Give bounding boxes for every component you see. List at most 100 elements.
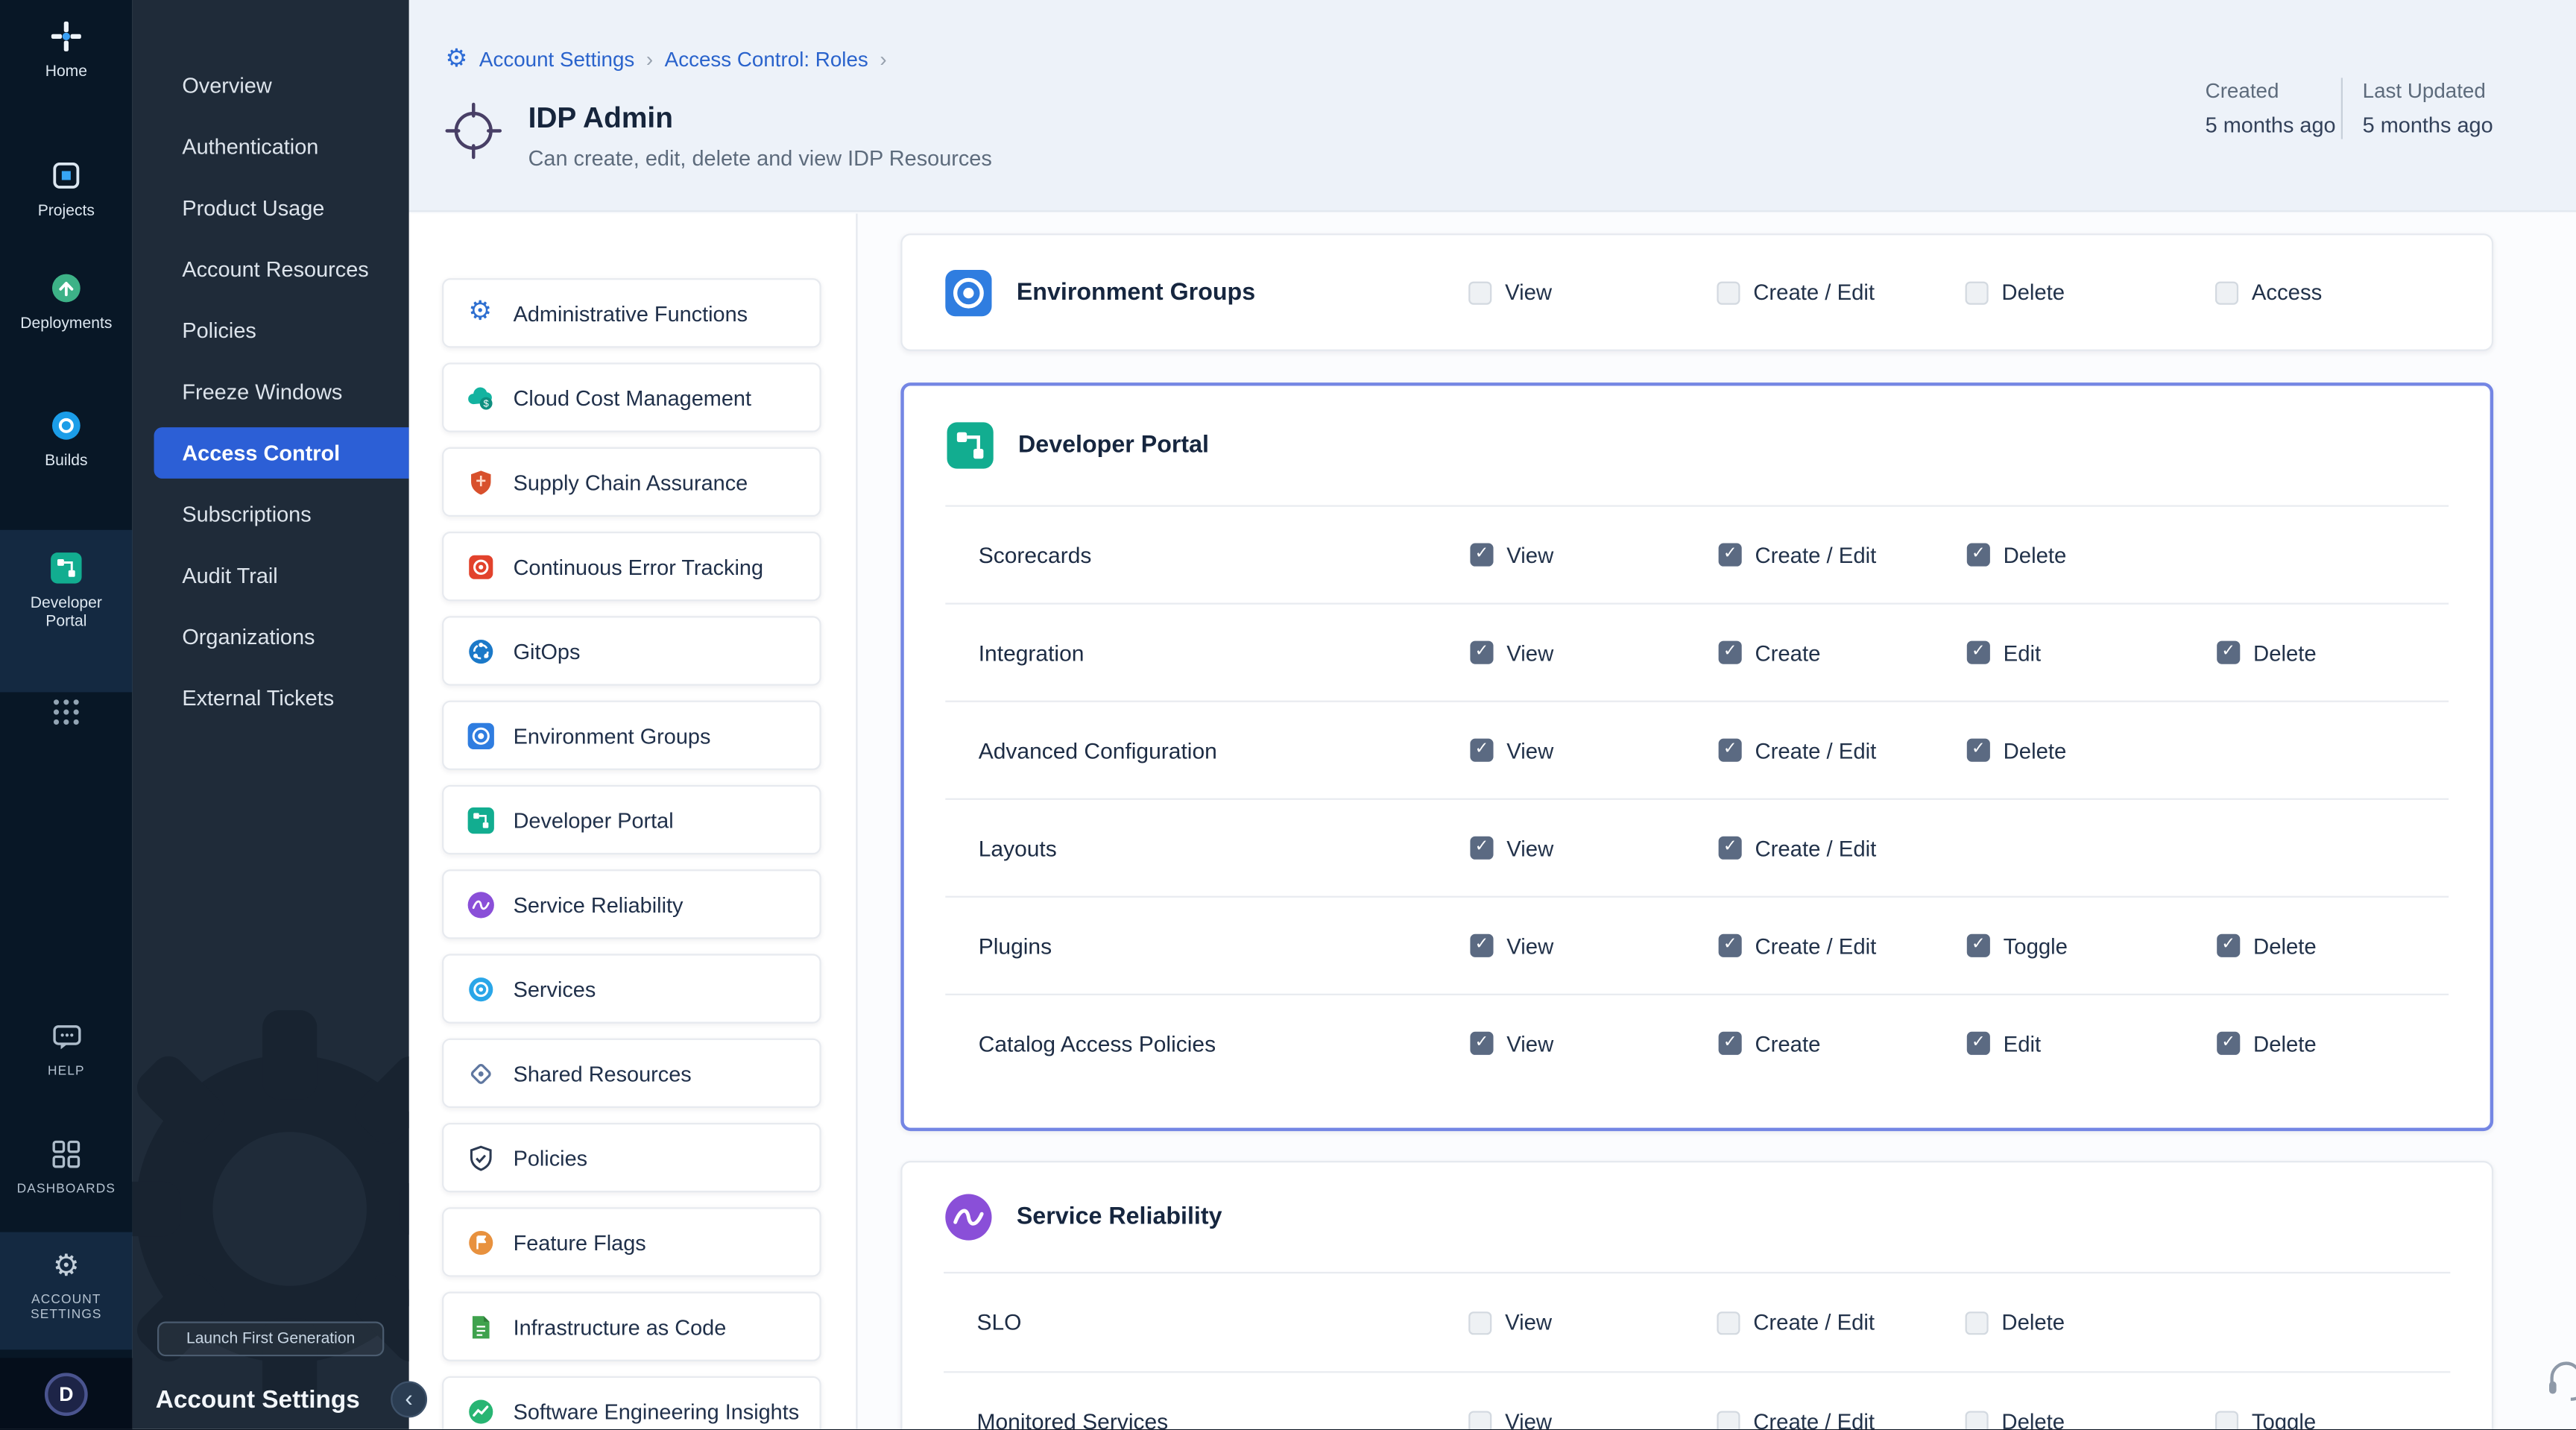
checkbox[interactable]	[1967, 934, 1990, 957]
checkbox[interactable]	[1719, 1032, 1742, 1055]
resource-item-developer-portal[interactable]: Developer Portal	[442, 785, 821, 854]
sidebar-item-overview[interactable]: Overview	[133, 54, 409, 116]
checkbox[interactable]	[1967, 739, 1990, 762]
checkbox[interactable]	[1470, 544, 1493, 567]
permission-delete[interactable]: Delete	[2217, 640, 2490, 664]
checkbox[interactable]	[1719, 934, 1742, 957]
checkbox[interactable]	[1470, 934, 1493, 957]
resource-item-software-engineering-insights[interactable]: Software Engineering Insights	[442, 1376, 821, 1430]
checkbox[interactable]	[1717, 280, 1740, 303]
resource-item-environment-groups[interactable]: Environment Groups	[442, 701, 821, 770]
permission-view[interactable]: View	[1470, 933, 1718, 958]
permission-create[interactable]: Create	[1719, 640, 1967, 664]
permission-view[interactable]: View	[1470, 640, 1718, 664]
sidebar-collapse-button[interactable]	[391, 1381, 427, 1417]
permission-create-edit[interactable]: Create / Edit	[1717, 280, 1965, 304]
sidebar-item-account-resources[interactable]: Account Resources	[133, 239, 409, 300]
checkbox[interactable]	[1719, 544, 1742, 567]
permission-toggle[interactable]: Toggle	[2215, 1409, 2492, 1430]
checkbox[interactable]	[1717, 1311, 1740, 1334]
permission-access[interactable]: Access	[2215, 280, 2492, 304]
permission-view[interactable]: View	[1468, 1409, 1717, 1430]
checkbox[interactable]	[1717, 1410, 1740, 1429]
checkbox[interactable]	[2217, 934, 2240, 957]
sidebar-item-organizations[interactable]: Organizations	[133, 606, 409, 667]
checkbox[interactable]	[1719, 739, 1742, 762]
checkbox[interactable]	[2215, 1410, 2238, 1429]
checkbox[interactable]	[1967, 641, 1990, 664]
rail-item-deployments[interactable]: Deployments	[0, 271, 133, 333]
breadcrumb-access-control-roles-link[interactable]: Access Control: Roles	[665, 47, 868, 70]
permission-create-edit[interactable]: Create / Edit	[1717, 1310, 1965, 1335]
checkbox[interactable]	[1967, 544, 1990, 567]
rail-item-builds[interactable]: Builds	[0, 409, 133, 471]
permission-delete[interactable]: Delete	[1966, 280, 2215, 304]
checkbox[interactable]	[2217, 641, 2240, 664]
sidebar-item-freeze-windows[interactable]: Freeze Windows	[133, 361, 409, 422]
rail-item-home[interactable]: Home	[0, 20, 133, 82]
checkbox[interactable]	[1470, 641, 1493, 664]
permission-create-edit[interactable]: Create / Edit	[1719, 542, 1967, 567]
checkbox[interactable]	[1470, 739, 1493, 762]
resource-item-services[interactable]: Services	[442, 954, 821, 1023]
checkbox[interactable]	[2217, 1032, 2240, 1055]
permission-view[interactable]: View	[1468, 1310, 1717, 1335]
sidebar-item-policies[interactable]: Policies	[133, 300, 409, 361]
checkbox[interactable]	[1470, 1032, 1493, 1055]
checkbox[interactable]	[1719, 641, 1742, 664]
rail-item-help[interactable]: HELP	[0, 1020, 133, 1079]
permission-delete[interactable]: Delete	[1967, 542, 2217, 567]
resource-item-continuous-error-tracking[interactable]: Continuous Error Tracking	[442, 532, 821, 601]
permission-edit[interactable]: Edit	[1967, 640, 2217, 664]
sidebar-item-external-tickets[interactable]: External Tickets	[133, 667, 409, 728]
checkbox[interactable]	[1468, 280, 1491, 303]
resource-item-supply-chain-assurance[interactable]: Supply Chain Assurance	[442, 447, 821, 517]
resource-item-feature-flags[interactable]: Feature Flags	[442, 1207, 821, 1276]
permission-view[interactable]: View	[1470, 738, 1718, 763]
resource-item-shared-resources[interactable]: Shared Resources	[442, 1039, 821, 1108]
checkbox[interactable]	[1468, 1410, 1491, 1429]
permission-view[interactable]: View	[1470, 542, 1718, 567]
checkbox[interactable]	[1468, 1311, 1491, 1334]
checkbox[interactable]	[1719, 837, 1742, 860]
checkbox[interactable]	[1470, 837, 1493, 860]
permission-toggle[interactable]: Toggle	[1967, 933, 2217, 958]
sidebar-item-subscriptions[interactable]: Subscriptions	[133, 484, 409, 545]
checkbox[interactable]	[1966, 1410, 1989, 1429]
checkbox[interactable]	[1966, 1311, 1989, 1334]
user-avatar[interactable]: D	[45, 1373, 88, 1416]
permission-create-edit[interactable]: Create / Edit	[1719, 933, 1967, 958]
permission-delete[interactable]: Delete	[2217, 1031, 2490, 1056]
resource-item-infrastructure-as-code[interactable]: Infrastructure as Code	[442, 1292, 821, 1361]
sidebar-item-product-usage[interactable]: Product Usage	[133, 177, 409, 239]
rail-item-developer-portal[interactable]: Developer Portal	[0, 530, 133, 693]
rail-item-account-settings[interactable]: ⚙ ACCOUNT SETTINGS	[0, 1232, 133, 1350]
permission-create-edit[interactable]: Create / Edit	[1719, 836, 1967, 860]
resource-item-cloud-cost-management[interactable]: $ Cloud Cost Management	[442, 362, 821, 432]
rail-item-projects[interactable]: Projects	[0, 159, 133, 221]
resource-item-policies[interactable]: Policies	[442, 1123, 821, 1192]
permission-view[interactable]: View	[1470, 836, 1718, 860]
permission-delete[interactable]: Delete	[1966, 1409, 2215, 1430]
rail-item-modules[interactable]	[0, 696, 133, 728]
resource-item-administrative-functions[interactable]: ⚙ Administrative Functions	[442, 278, 821, 347]
permission-create-edit[interactable]: Create / Edit	[1719, 738, 1967, 763]
sidebar-item-authentication[interactable]: Authentication	[133, 116, 409, 177]
launch-first-generation-button[interactable]: Launch First Generation	[157, 1322, 384, 1357]
checkbox[interactable]	[1966, 280, 1989, 303]
support-headset-icon[interactable]	[2545, 1358, 2576, 1409]
permission-view[interactable]: View	[1468, 280, 1717, 304]
permission-delete[interactable]: Delete	[1967, 738, 2217, 763]
permission-edit[interactable]: Edit	[1967, 1031, 2217, 1056]
checkbox[interactable]	[1967, 1032, 1990, 1055]
sidebar-item-access-control[interactable]: Access Control	[154, 427, 409, 479]
resource-item-service-reliability[interactable]: Service Reliability	[442, 869, 821, 939]
sidebar-item-audit-trail[interactable]: Audit Trail	[133, 545, 409, 606]
permission-create[interactable]: Create	[1719, 1031, 1967, 1056]
permission-create-edit[interactable]: Create / Edit	[1717, 1409, 1965, 1430]
permission-delete[interactable]: Delete	[2217, 933, 2490, 958]
checkbox[interactable]	[2215, 280, 2238, 303]
permission-view[interactable]: View	[1470, 1031, 1718, 1056]
breadcrumb-account-settings-link[interactable]: Account Settings	[479, 47, 634, 70]
resource-item-gitops[interactable]: GitOps	[442, 616, 821, 685]
